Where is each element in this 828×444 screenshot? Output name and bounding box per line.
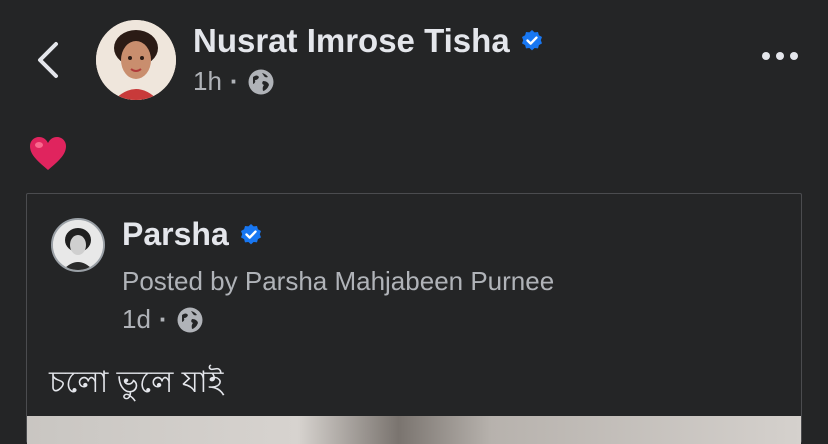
author-name[interactable]: Nusrat Imrose Tisha [193,22,510,60]
shared-post-time[interactable]: 1d [122,304,151,335]
author-name-row[interactable]: Nusrat Imrose Tisha [193,22,544,60]
posted-by-text: Posted by Parsha Mahjabeen Purnee [122,266,555,296]
shared-post-card[interactable]: Parsha Posted by Parsha Mahjabeen Purnee… [26,193,802,444]
shared-post-text: চলো ভুলে যাই [49,366,224,399]
meta-separator: · [229,66,239,96]
globe-icon [248,69,274,94]
shared-post-media[interactable] [27,416,801,444]
verified-badge-icon [240,223,261,244]
more-options-button[interactable] [762,52,798,60]
author-avatar-image [96,20,176,100]
meta-separator: · [158,304,168,334]
post-time[interactable]: 1h [193,66,222,97]
shared-page-avatar-image [53,220,103,270]
heart-emoji-icon [30,137,66,170]
chevron-left-icon [38,42,58,78]
verified-badge-icon [521,30,542,51]
shared-page-name[interactable]: Parsha [122,216,229,253]
shared-page-avatar[interactable] [51,218,105,272]
back-button[interactable] [30,38,66,82]
globe-icon [177,307,203,332]
more-dot [790,52,798,60]
shared-page-name-row[interactable]: Parsha [122,216,263,253]
shared-post-meta: 1d · [122,304,204,335]
more-horizontal-icon [762,52,770,60]
post-meta: 1h · [193,66,275,97]
more-dot [776,52,784,60]
author-avatar[interactable] [96,20,176,100]
